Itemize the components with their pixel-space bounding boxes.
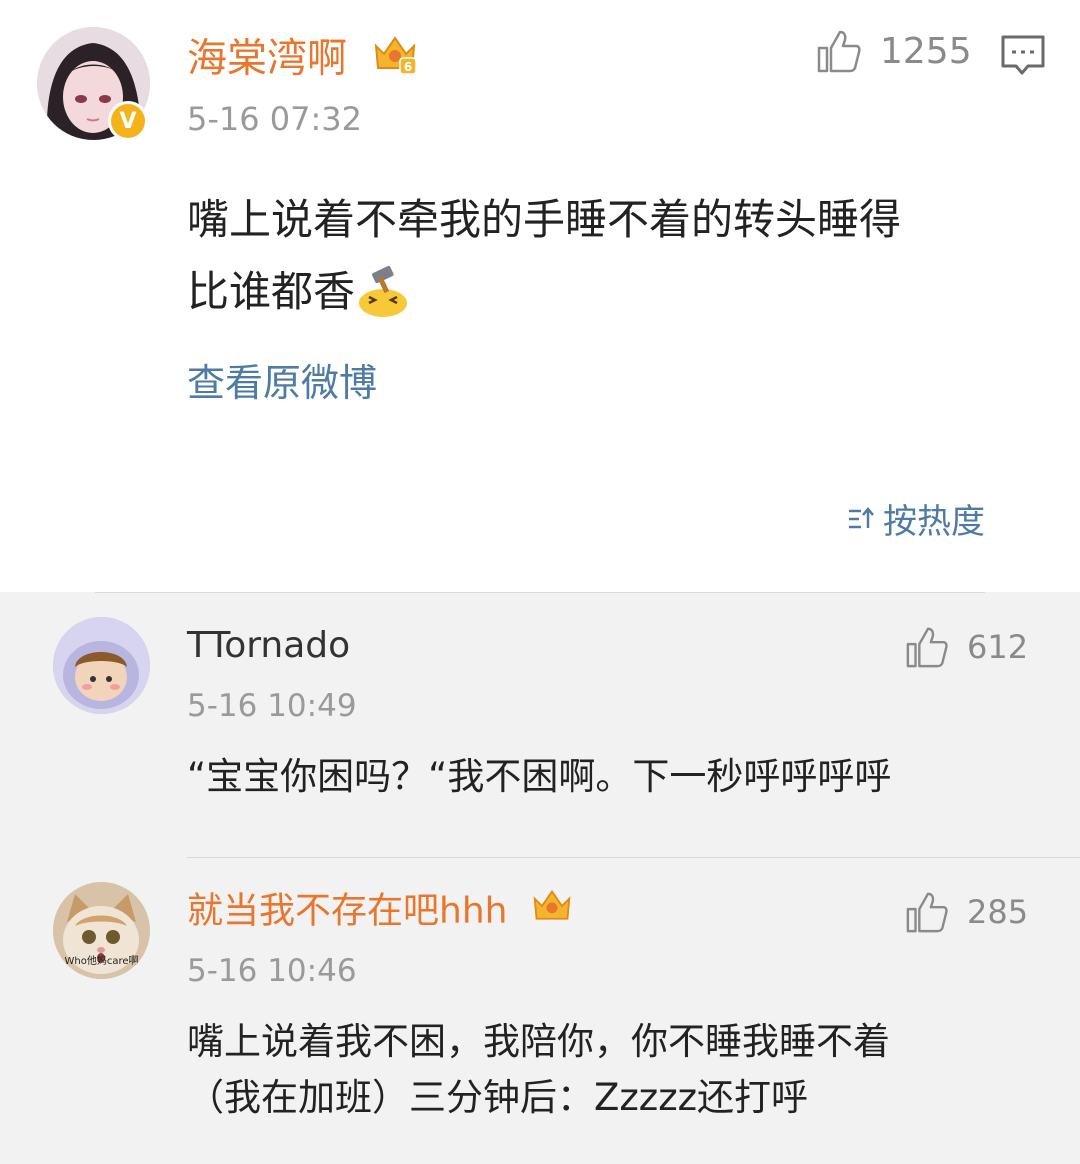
- sort-icon: [849, 506, 874, 528]
- verified-badge: V: [108, 101, 148, 141]
- comment-username[interactable]: TTornado: [187, 622, 350, 670]
- thumbs-up-icon: [817, 30, 861, 73]
- cartoon-kid-avatar: [53, 617, 150, 714]
- comment-avatar[interactable]: [53, 617, 150, 714]
- comment-icon[interactable]: [1000, 34, 1046, 80]
- comment-time: 5-16 10:49: [187, 688, 357, 724]
- vip-crown-icon: 6: [372, 32, 418, 89]
- avatar-caption: Who他妈care啊: [64, 956, 139, 967]
- comment-text: 嘴上说着我不困，我陪你，你不睡我睡不着 （我在加班）三分钟后：Zzzzz还打呼: [187, 1020, 890, 1119]
- section-divider: [95, 592, 985, 593]
- comment-username[interactable]: 就当我不存在吧hhh: [187, 886, 573, 939]
- post-text: 嘴上说着不牵我的手睡不着的转头睡得 比谁都香: [187, 184, 1027, 328]
- thumbs-up-icon: [906, 627, 948, 668]
- post-time: 5-16 07:32: [187, 100, 363, 138]
- sort-by-heat-button[interactable]: 按热度: [847, 494, 985, 543]
- comment-divider: [187, 857, 1080, 858]
- view-original-link[interactable]: 查看原微博: [187, 352, 377, 407]
- comment-avatar[interactable]: Who他妈care啊: [53, 882, 150, 979]
- comment-time: 5-16 10:46: [187, 953, 357, 989]
- svg-text:6: 6: [404, 60, 412, 74]
- post-username[interactable]: 海棠湾啊 6: [187, 32, 418, 89]
- comment-like-button[interactable]: 285: [905, 890, 1028, 934]
- vip-crown-icon: [531, 886, 573, 939]
- main-post: V 海棠湾啊 6 5-16 07:32 1255 嘴上说着不牵我的手睡不着的转头…: [0, 0, 1080, 592]
- comment-like-button[interactable]: 612: [905, 625, 1028, 669]
- hammer-face-emoji-icon: [359, 265, 408, 317]
- post-like-button[interactable]: 1255: [816, 28, 972, 74]
- thumbs-up-icon: [906, 892, 948, 933]
- comment-text: “宝宝你困吗？“我不困啊。下一秒呼呼呼呼: [187, 755, 892, 798]
